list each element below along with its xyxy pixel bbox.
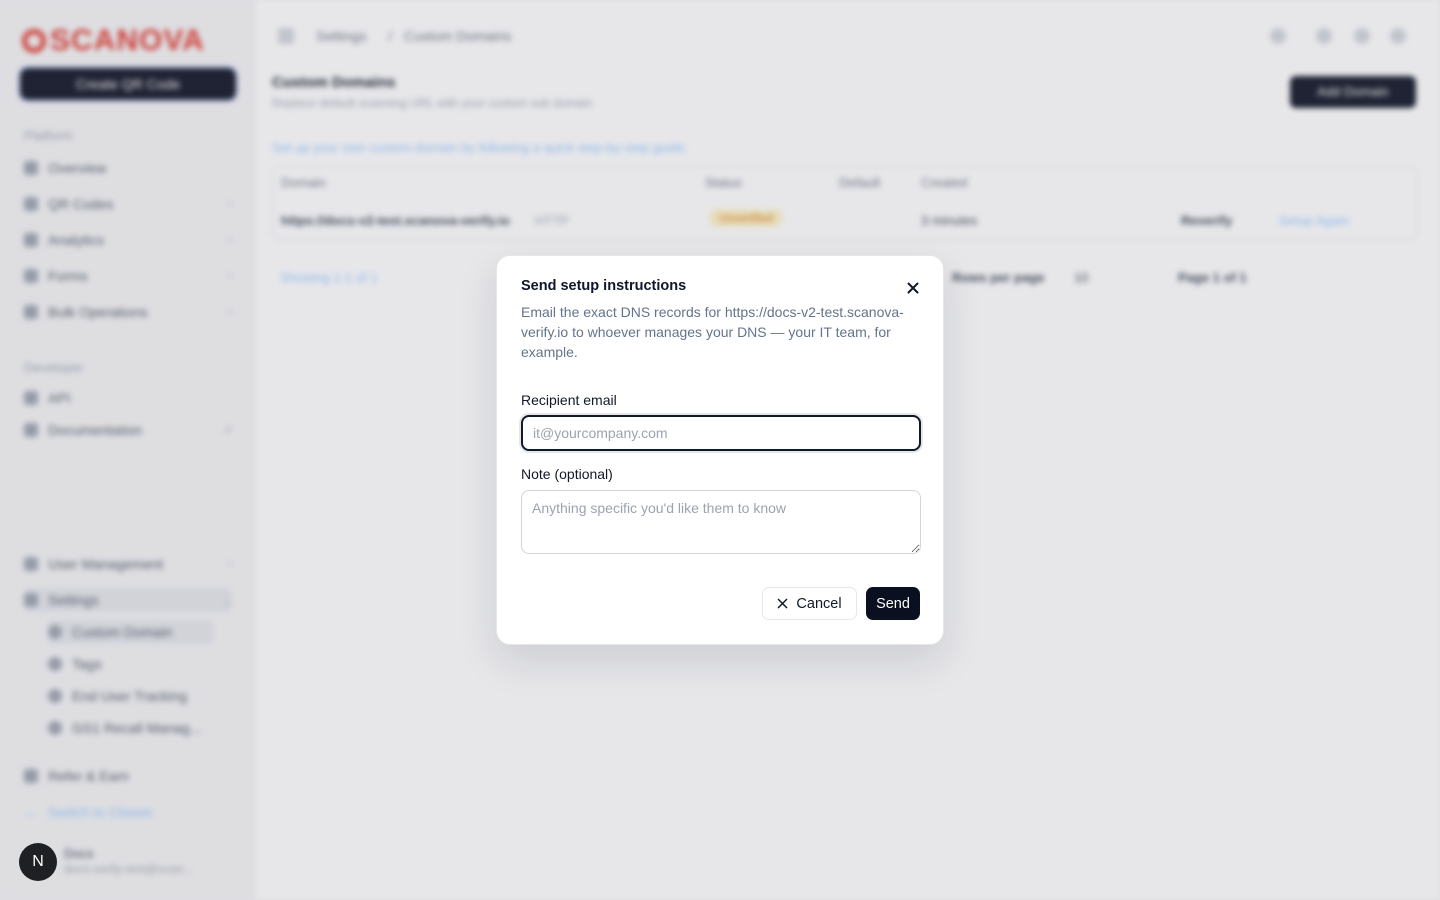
cancel-button-label: Cancel bbox=[796, 595, 842, 612]
avatar[interactable]: N bbox=[19, 843, 57, 881]
dialog-description: Email the exact DNS records for https://… bbox=[521, 304, 904, 360]
close-icon bbox=[907, 282, 919, 294]
close-button[interactable] bbox=[903, 278, 923, 298]
send-setup-instructions-dialog: Send setup instructions Email the exact … bbox=[496, 255, 944, 645]
close-icon bbox=[778, 598, 788, 609]
note-textarea[interactable] bbox=[521, 490, 921, 554]
dialog-title: Send setup instructions bbox=[521, 278, 687, 294]
send-button[interactable]: Send bbox=[866, 587, 920, 620]
recipient-email-label: Recipient email bbox=[521, 392, 617, 408]
cancel-button[interactable]: Cancel bbox=[762, 587, 857, 620]
note-label: Note (optional) bbox=[521, 466, 613, 482]
recipient-email-input[interactable] bbox=[521, 415, 921, 451]
